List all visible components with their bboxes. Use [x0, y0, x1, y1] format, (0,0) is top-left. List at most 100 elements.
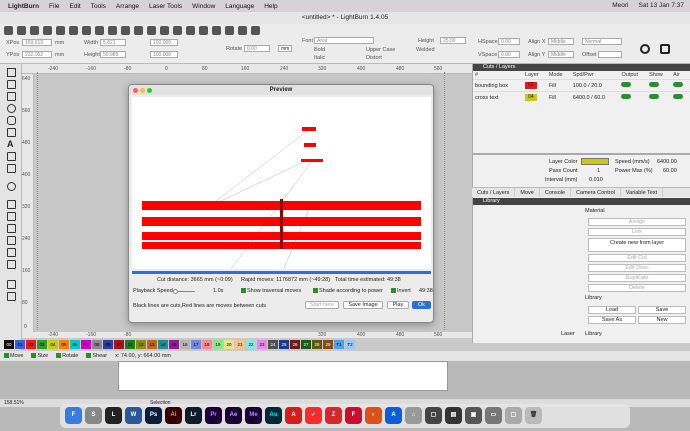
- align-x-select[interactable]: Middle: [548, 38, 574, 45]
- save-as-button[interactable]: Save As: [588, 316, 636, 324]
- finder-icon[interactable]: F: [65, 407, 82, 424]
- maximize-icon[interactable]: [147, 87, 152, 93]
- palette-swatch[interactable]: 18: [202, 339, 212, 349]
- palette-swatch[interactable]: 26: [290, 339, 300, 349]
- unit-toggle-button[interactable]: mm: [278, 45, 292, 52]
- delete-button[interactable]: Delete: [588, 284, 686, 292]
- palette-swatch[interactable]: 03: [37, 339, 47, 349]
- align-icon[interactable]: [7, 212, 16, 221]
- app-menu[interactable]: LightBurn: [8, 3, 39, 10]
- paste-icon[interactable]: [121, 25, 130, 35]
- menu-tools[interactable]: Tools: [91, 3, 106, 10]
- start-here-button[interactable]: Start here: [305, 301, 339, 309]
- app-icon[interactable]: ⌂: [405, 407, 422, 424]
- playback-speed-slider[interactable]: [173, 289, 195, 294]
- ypos-field[interactable]: 232.052: [22, 51, 52, 58]
- user-name[interactable]: Meori: [612, 2, 628, 9]
- optimization-icon[interactable]: [238, 25, 247, 35]
- table-row[interactable]: cross text 04 Fill 6400.0 / 60.0: [473, 91, 690, 103]
- palette-swatch[interactable]: 23: [257, 339, 267, 349]
- premiere-icon[interactable]: Pr: [205, 407, 222, 424]
- palette-swatch[interactable]: T1: [334, 339, 344, 349]
- interval-field[interactable]: 0.010: [589, 177, 603, 183]
- show-toggle[interactable]: [649, 94, 660, 99]
- clock[interactable]: Sat 13 Jan 7:37: [638, 2, 684, 9]
- assign-button[interactable]: Assign: [588, 218, 686, 226]
- select-arrow-icon[interactable]: [7, 68, 16, 77]
- machine-settings-icon[interactable]: [225, 25, 234, 35]
- shade-power-checkbox[interactable]: Shade according to power: [313, 288, 383, 294]
- text-tool-icon[interactable]: [660, 44, 670, 54]
- load-button[interactable]: Load: [588, 306, 636, 314]
- palette-swatch[interactable]: 04: [48, 339, 58, 349]
- boolean-diff-icon[interactable]: [7, 292, 16, 301]
- trash-icon[interactable]: 🗑: [525, 407, 542, 424]
- tab-variable-text[interactable]: Variable Text: [621, 188, 664, 197]
- save-image-button[interactable]: Save Image: [343, 301, 383, 309]
- palette-swatch[interactable]: 29: [323, 339, 333, 349]
- layer-color-swatch[interactable]: [581, 158, 609, 165]
- palette-swatch[interactable]: 15: [169, 339, 179, 349]
- menu-window[interactable]: Window: [192, 3, 215, 10]
- create-from-layer-button[interactable]: Create new from layer: [588, 238, 686, 252]
- copy-icon[interactable]: [108, 25, 117, 35]
- tab-laser[interactable]: Laser: [561, 331, 581, 339]
- media-encoder-icon[interactable]: Me: [245, 407, 262, 424]
- photoshop-icon[interactable]: Ps: [145, 407, 162, 424]
- menu-help[interactable]: Help: [264, 3, 277, 10]
- welded-checkbox[interactable]: Welded: [416, 47, 435, 53]
- palette-swatch[interactable]: 27: [301, 339, 311, 349]
- cut-icon[interactable]: [95, 25, 104, 35]
- table-row[interactable]: bounding box 02 Fill 100.0 / 20.0: [473, 79, 690, 92]
- delete-icon[interactable]: [134, 25, 143, 35]
- palette-swatch[interactable]: 19: [213, 339, 223, 349]
- palette-swatch[interactable]: 16: [180, 339, 190, 349]
- palette-swatch[interactable]: 01: [15, 339, 25, 349]
- palette-swatch[interactable]: 17: [191, 339, 201, 349]
- font-select[interactable]: Arial: [314, 37, 374, 44]
- tab-console[interactable]: Console: [540, 188, 572, 197]
- new-file-icon[interactable]: [4, 25, 13, 35]
- word-icon[interactable]: W: [125, 407, 142, 424]
- gear-icon[interactable]: [640, 44, 650, 54]
- pan-icon[interactable]: [147, 25, 156, 35]
- xpos-field[interactable]: 169.619: [22, 39, 52, 46]
- palette-swatch[interactable]: 07: [81, 339, 91, 349]
- palette-swatch[interactable]: 13: [147, 339, 157, 349]
- camera-icon[interactable]: [199, 25, 208, 35]
- mirror-icon[interactable]: [7, 200, 16, 209]
- show-traversal-checkbox[interactable]: Show traversal moves: [241, 288, 301, 294]
- tab-library[interactable]: Library: [585, 331, 609, 339]
- menu-language[interactable]: Language: [225, 3, 254, 10]
- power-max-field[interactable]: 60.00: [663, 168, 677, 174]
- zoom-out-icon[interactable]: [173, 25, 182, 35]
- settings-icon[interactable]: [212, 25, 221, 35]
- link-button[interactable]: Link: [588, 228, 686, 236]
- rectangle-icon[interactable]: [7, 92, 16, 101]
- output-toggle[interactable]: [621, 82, 632, 87]
- menu-edit[interactable]: Edit: [70, 3, 81, 10]
- close-icon[interactable]: [133, 87, 138, 93]
- audition-icon[interactable]: Au: [265, 407, 282, 424]
- air-toggle[interactable]: [673, 94, 684, 99]
- show-toggle[interactable]: [649, 82, 660, 87]
- tab-camera-control[interactable]: Camera Control: [571, 188, 621, 197]
- bold-checkbox[interactable]: Bold: [314, 47, 325, 53]
- palette-swatch[interactable]: 08: [92, 339, 102, 349]
- undo-icon[interactable]: [69, 25, 78, 35]
- width-percent-field[interactable]: 100.000: [150, 39, 178, 46]
- width-field[interactable]: 5.821: [100, 39, 126, 46]
- launchpad-icon[interactable]: L: [105, 407, 122, 424]
- app-icon[interactable]: ▭: [485, 407, 502, 424]
- layer-mode[interactable]: Fill: [546, 91, 571, 103]
- air-toggle[interactable]: [673, 82, 684, 87]
- settings-app-icon[interactable]: S: [85, 407, 102, 424]
- ungroup-icon[interactable]: [7, 248, 16, 257]
- hspace-field[interactable]: 0.00: [498, 38, 520, 45]
- offset-icon[interactable]: [7, 182, 16, 191]
- invert-checkbox[interactable]: Invert: [391, 288, 411, 294]
- palette-swatch[interactable]: 24: [268, 339, 278, 349]
- height-percent-field[interactable]: 100.000: [150, 51, 178, 58]
- layer-mode[interactable]: Fill: [546, 79, 571, 92]
- export-icon[interactable]: [56, 25, 65, 35]
